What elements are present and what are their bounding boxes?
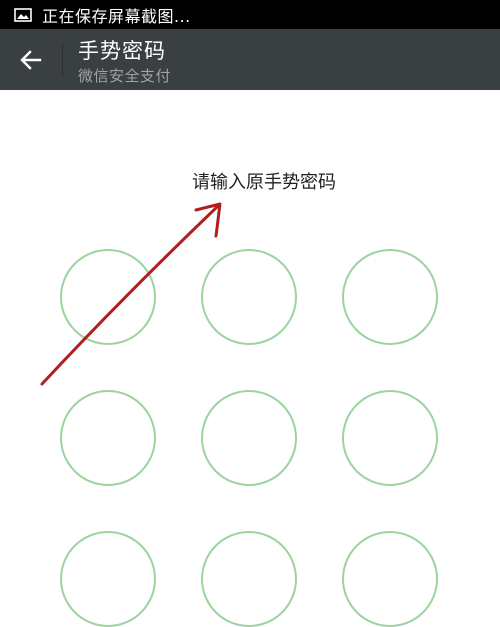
gesture-node-4[interactable] <box>60 390 156 486</box>
status-text: 正在保存屏幕截图... <box>42 6 191 26</box>
page-subtitle: 微信安全支付 <box>78 67 172 85</box>
image-icon <box>14 7 32 22</box>
header-divider <box>62 43 63 77</box>
back-arrow-icon <box>20 49 42 70</box>
back-button[interactable] <box>0 29 62 90</box>
page-title: 手势密码 <box>78 39 166 63</box>
gesture-node-5[interactable] <box>201 390 297 486</box>
app-header: 手势密码 微信安全支付 <box>0 29 500 90</box>
gesture-prompt: 请输入原手势密码 <box>192 172 336 193</box>
gesture-node-3[interactable] <box>342 249 438 345</box>
status-bar: 正在保存屏幕截图... <box>0 0 500 29</box>
gesture-node-8[interactable] <box>201 531 297 627</box>
gesture-node-2[interactable] <box>201 249 297 345</box>
gesture-node-1[interactable] <box>60 249 156 345</box>
gesture-node-6[interactable] <box>342 390 438 486</box>
gesture-node-9[interactable] <box>342 531 438 627</box>
gesture-node-7[interactable] <box>60 531 156 627</box>
